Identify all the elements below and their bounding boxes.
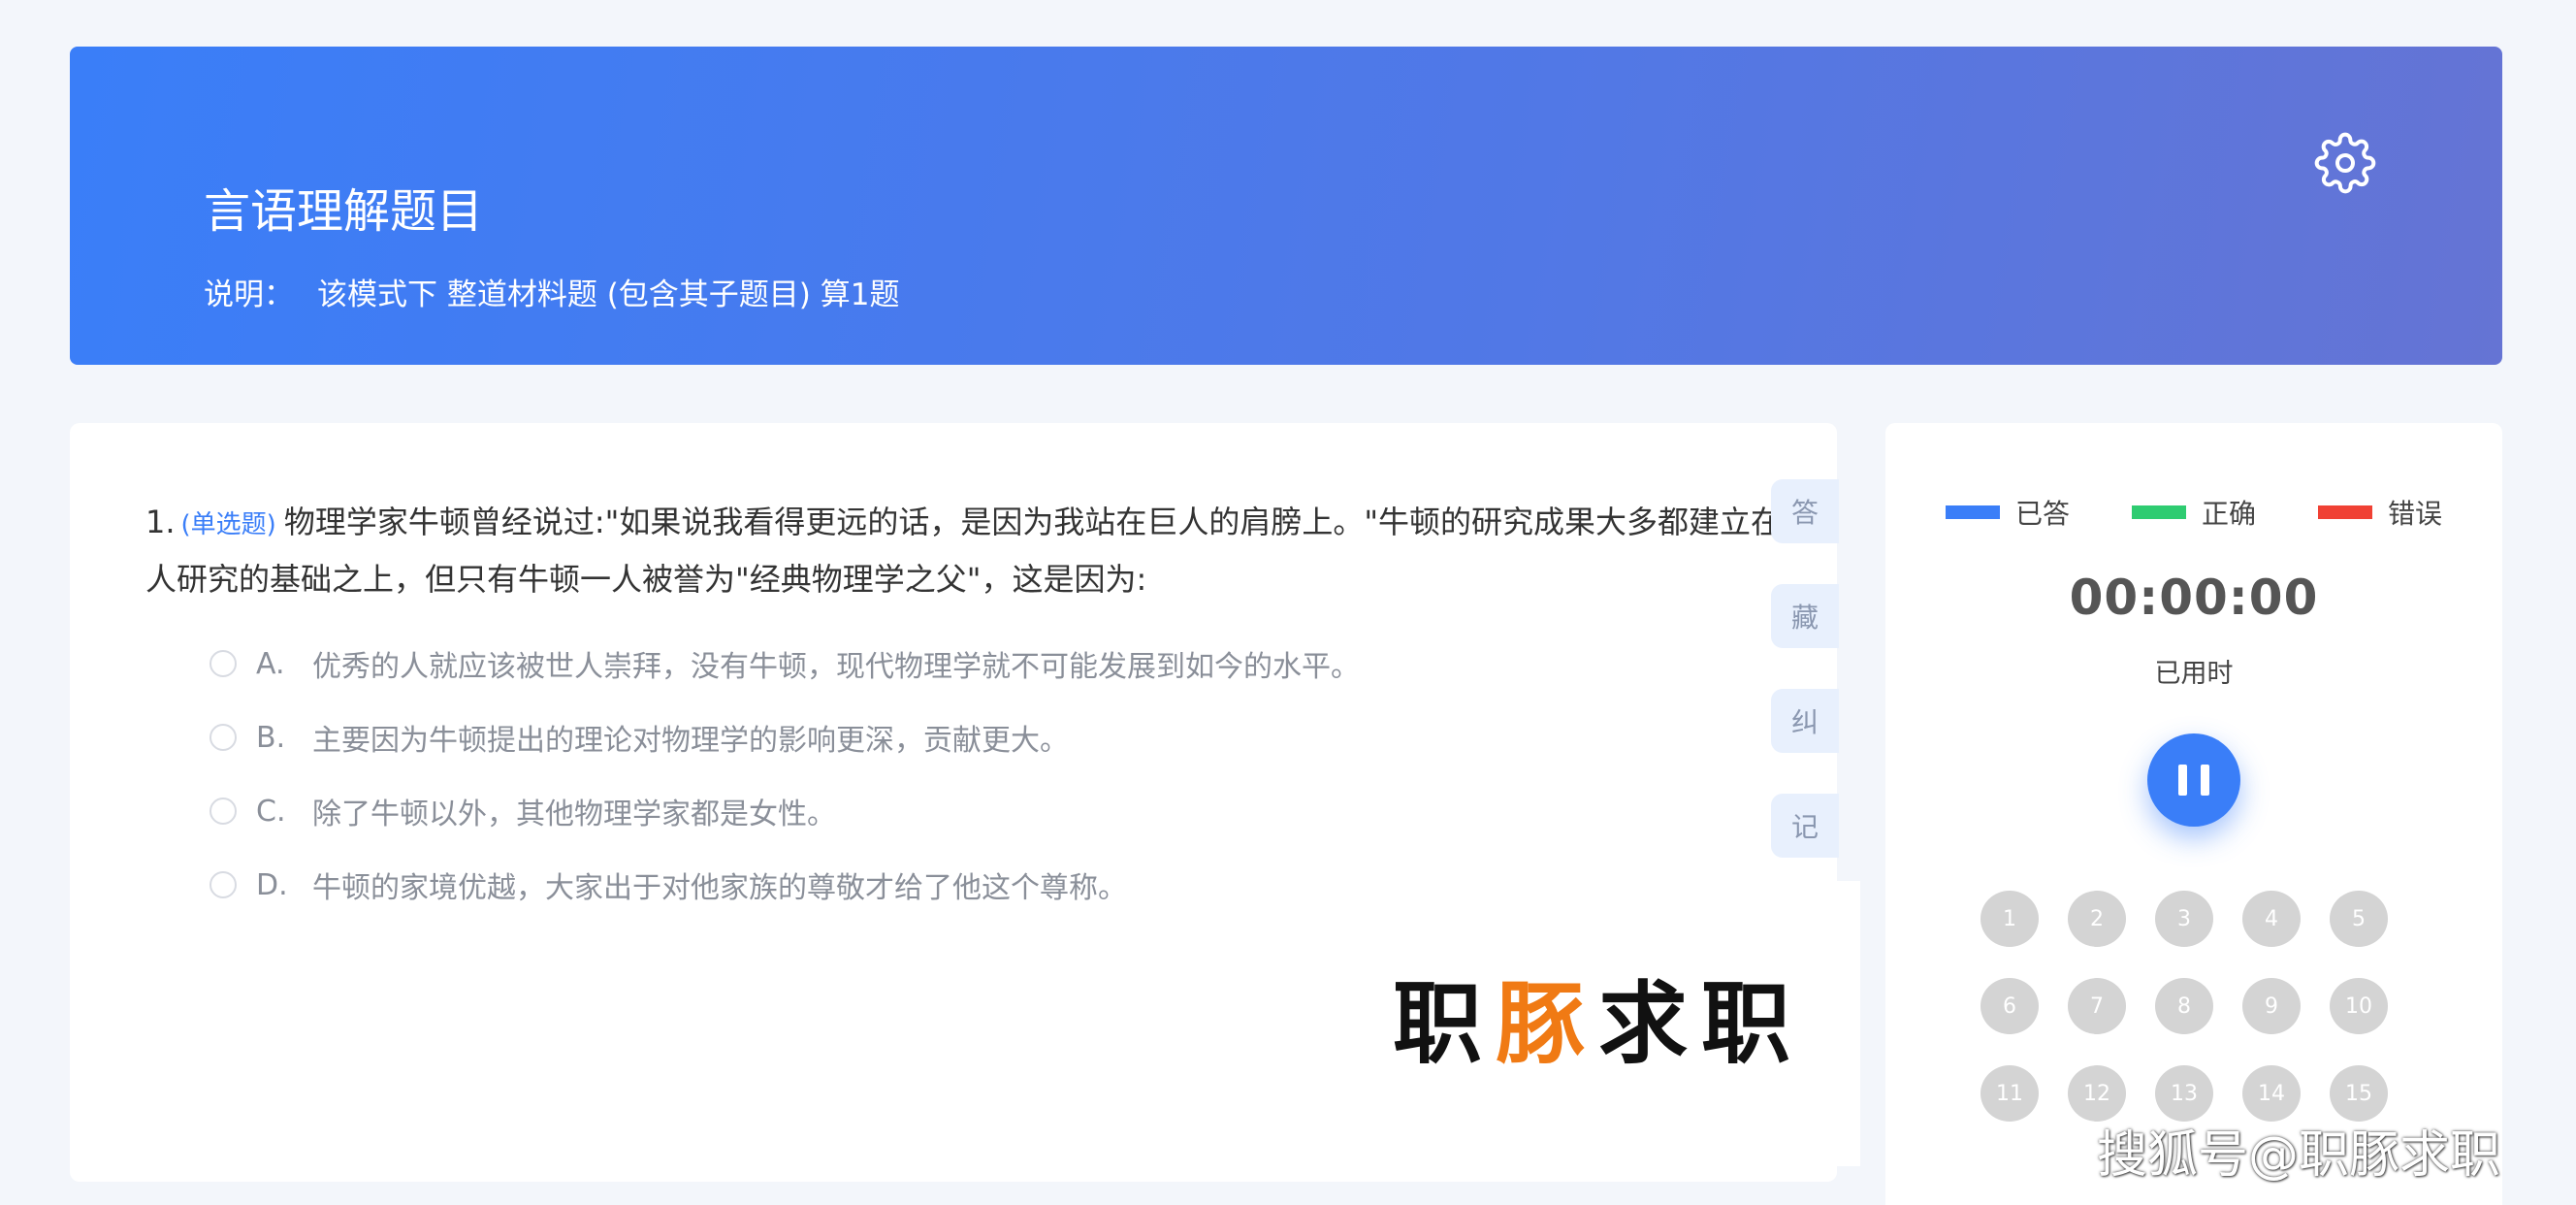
- note-button[interactable]: 记: [1771, 794, 1839, 858]
- option-letter: B.: [256, 720, 286, 755]
- question-stem: 1. (单选题) 物理学家牛顿曾经说过:"如果说我看得更远的话，是因为我站在巨人的肩…: [145, 495, 1819, 606]
- description-text: 该模式下 整道材料题 (包含其子题目) 算1题: [317, 277, 900, 312]
- option-text: 牛顿的家境优越，大家出于对他家族的尊敬才给了他这个尊称。: [312, 871, 1127, 905]
- logo-text: 职: [1393, 972, 1497, 1076]
- question-nav-11[interactable]: 11: [1980, 1065, 2039, 1122]
- radio-button[interactable]: [209, 871, 237, 898]
- page-title: 言语理解题目: [204, 184, 484, 239]
- question-text: 物理学家牛顿曾经说过:"如果说我看得更远的话，是因为我站在巨人的肩膀上。"牛顿的…: [145, 504, 1814, 598]
- question-nav-7[interactable]: 7: [2068, 978, 2126, 1034]
- question-type: (单选题): [180, 510, 276, 539]
- question-nav-3[interactable]: 3: [2155, 891, 2213, 947]
- option-letter: C.: [256, 794, 286, 829]
- option-d[interactable]: D. 牛顿的家境优越，大家出于对他家族的尊敬才给了他这个尊称。: [209, 862, 1127, 908]
- option-letter: A.: [256, 646, 285, 681]
- card-edge: [1837, 881, 1860, 1166]
- favorite-button[interactable]: 藏: [1771, 584, 1839, 648]
- option-text: 优秀的人就应该被世人崇拜，没有牛顿，现代物理学就不可能发展到如今的水平。: [312, 650, 1360, 684]
- legend-swatch: [2131, 505, 2186, 519]
- question-nav-9[interactable]: 9: [2242, 978, 2301, 1034]
- option-c[interactable]: C. 除了牛顿以外，其他物理学家都是女性。: [209, 788, 836, 834]
- timer-label: 已用时: [2154, 659, 2234, 689]
- report-error-button[interactable]: 纠: [1771, 689, 1839, 753]
- watermark: 搜狐号@职豚求职: [2097, 1126, 2501, 1185]
- question-nav-6[interactable]: 6: [1980, 978, 2039, 1034]
- question-nav-5[interactable]: 5: [2330, 891, 2388, 947]
- legend: 已答 正确 错误: [1885, 493, 2502, 532]
- question-nav-2[interactable]: 2: [2068, 891, 2126, 947]
- option-a[interactable]: A. 优秀的人就应该被世人崇拜，没有牛顿，现代物理学就不可能发展到如今的水平。: [209, 640, 1360, 687]
- brand-logo: 职豚求职: [1393, 978, 1804, 1071]
- legend-wrong: 错误: [2318, 493, 2442, 532]
- radio-button[interactable]: [209, 650, 237, 677]
- logo-accent-text: 豚: [1496, 972, 1599, 1076]
- option-text: 主要因为牛顿提出的理论对物理学的影响更深，贡献更大。: [312, 724, 1069, 758]
- option-b[interactable]: B. 主要因为牛顿提出的理论对物理学的影响更深，贡献更大。: [209, 714, 1069, 761]
- elapsed-timer: 00:00:00: [2069, 570, 2319, 626]
- answer-sheet-panel: 已答 正确 错误 00:00:00 已用时 1 2 3 4 5 6 7 8 9 …: [1885, 423, 2502, 1205]
- legend-correct: 正确: [2131, 493, 2256, 532]
- radio-button[interactable]: [209, 798, 237, 825]
- question-nav-4[interactable]: 4: [2242, 891, 2301, 947]
- legend-label: 已答: [2014, 498, 2070, 530]
- pause-icon: [2178, 765, 2187, 796]
- header-banner: 言语理解题目 说明： 该模式下 整道材料题 (包含其子题目) 算1题: [70, 47, 2502, 365]
- pause-icon: [2201, 765, 2209, 796]
- mode-description: 说明： 该模式下 整道材料题 (包含其子题目) 算1题: [204, 274, 899, 316]
- question-number: 1.: [145, 504, 176, 540]
- option-letter: D.: [256, 867, 288, 902]
- legend-label: 错误: [2388, 498, 2443, 530]
- legend-answered: 已答: [1945, 493, 2070, 532]
- logo-text: 求职: [1598, 972, 1805, 1076]
- legend-swatch: [1945, 505, 2000, 519]
- pause-button[interactable]: [2147, 733, 2240, 827]
- gear-icon[interactable]: [2314, 132, 2376, 194]
- question-nav-10[interactable]: 10: [2330, 978, 2388, 1034]
- answer-button[interactable]: 答: [1771, 479, 1839, 543]
- description-label: 说明：: [204, 277, 294, 312]
- option-text: 除了牛顿以外，其他物理学家都是女性。: [312, 798, 836, 831]
- question-nav-8[interactable]: 8: [2155, 978, 2213, 1034]
- question-nav-1[interactable]: 1: [1980, 891, 2039, 947]
- legend-swatch: [2318, 505, 2372, 519]
- radio-button[interactable]: [209, 724, 237, 751]
- legend-label: 正确: [2201, 498, 2256, 530]
